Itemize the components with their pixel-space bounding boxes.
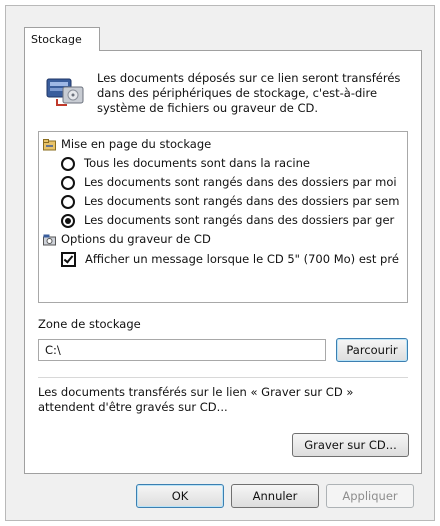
cd-message-label: Afficher un message lorsque le CD 5" (70… bbox=[85, 252, 399, 266]
radio-button[interactable] bbox=[61, 194, 75, 209]
browse-button[interactable]: Parcourir bbox=[336, 338, 408, 362]
cd-section-title: Options du graveur de CD bbox=[61, 232, 211, 246]
radio-option-label: Les documents sont rangés dans des dossi… bbox=[84, 175, 397, 189]
storage-properties-window: Stockage Les documents déposés sur ce li… bbox=[5, 5, 435, 521]
tab-storage-label: Stockage bbox=[31, 33, 82, 46]
cancel-button[interactable]: Annuler bbox=[231, 484, 319, 508]
folder-layout-icon bbox=[43, 138, 56, 150]
radio-option-by-generator[interactable]: Les documents sont rangés dans des dossi… bbox=[61, 213, 394, 228]
checkbox-checked[interactable] bbox=[61, 252, 76, 267]
ok-button[interactable]: OK bbox=[136, 484, 224, 508]
cd-burner-icon bbox=[43, 234, 56, 245]
storage-description: Les documents déposés sur ce lien seront… bbox=[97, 71, 401, 115]
storage-devices-icon bbox=[46, 78, 84, 106]
storage-zone-label: Zone de stockage bbox=[38, 317, 141, 331]
radio-option-label: Les documents sont rangés dans des dossi… bbox=[84, 213, 395, 227]
radio-option-label: Les documents sont rangés dans des dossi… bbox=[84, 194, 400, 208]
radio-button[interactable] bbox=[61, 156, 75, 171]
radio-button-selected[interactable] bbox=[61, 213, 75, 228]
storage-tab-panel: Les documents déposés sur ce lien seront… bbox=[24, 50, 422, 474]
cd-section-header: Options du graveur de CD bbox=[43, 232, 211, 246]
burn-cd-button[interactable]: Graver sur CD... bbox=[292, 433, 409, 457]
radio-option-by-month[interactable]: Les documents sont rangés dans des dossi… bbox=[61, 175, 397, 190]
section-divider bbox=[38, 377, 408, 378]
storage-path-input[interactable]: C:\ bbox=[38, 339, 326, 361]
apply-button[interactable]: Appliquer bbox=[326, 484, 414, 508]
layout-section-header: Mise en page du stockage bbox=[43, 137, 211, 151]
radio-option-by-week[interactable]: Les documents sont rangés dans des dossi… bbox=[61, 194, 399, 209]
radio-option-root[interactable]: Tous les documents sont dans la racine bbox=[61, 156, 310, 171]
burn-note: Les documents transférés sur le lien « G… bbox=[38, 385, 354, 414]
storage-options-list: Mise en page du stockage Tous les docume… bbox=[38, 131, 408, 303]
radio-option-label: Tous les documents sont dans la racine bbox=[84, 156, 310, 170]
tab-storage[interactable]: Stockage bbox=[24, 27, 100, 51]
radio-button[interactable] bbox=[61, 175, 75, 190]
cd-message-checkbox-row[interactable]: Afficher un message lorsque le CD 5" (70… bbox=[61, 252, 399, 267]
layout-section-title: Mise en page du stockage bbox=[61, 137, 212, 151]
